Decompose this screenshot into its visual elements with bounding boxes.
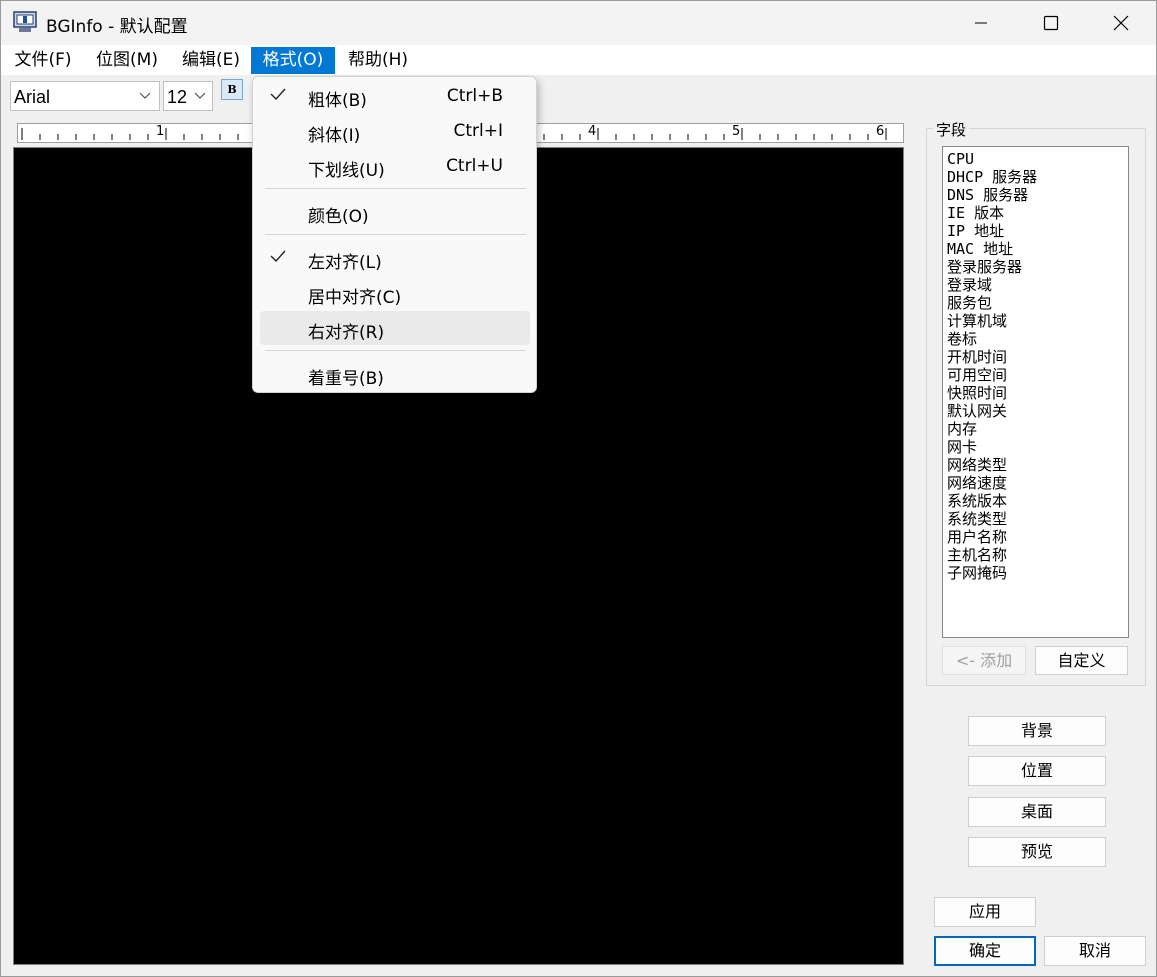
ruler-mark: 4 [588,124,597,139]
field-list-item[interactable]: 快照时间 [943,384,1128,402]
field-list-item[interactable]: 内存 [943,420,1128,438]
preview-button[interactable]: 预览 [968,837,1106,867]
field-list-item[interactable]: 子网掩码 [943,564,1128,582]
maximize-button[interactable] [1016,1,1086,45]
menu-item-label: 斜体(I) [308,126,361,146]
fields-group-label: 字段 [933,119,970,140]
chevron-down-icon [139,92,151,99]
ruler-mark: 5 [732,124,741,139]
checkmark-icon [270,88,286,101]
ruler-mark: 6 [876,124,885,139]
field-list-item[interactable]: 系统类型 [943,510,1128,528]
maximize-icon [1043,15,1059,31]
menu-item-label: 着重号(B) [308,369,384,389]
field-list-item[interactable]: 网络速度 [943,474,1128,492]
menu-item-align-right[interactable]: 右对齐(R) [260,311,530,345]
field-list-item[interactable]: 计算机域 [943,312,1128,330]
field-list-item[interactable]: DHCP 服务器 [943,168,1128,186]
menu-item-italic[interactable]: 斜体(I) Ctrl+I [260,114,530,148]
menu-item-shortcut: Ctrl+U [446,156,503,176]
menu-item-shortcut: Ctrl+I [453,121,503,141]
bginfo-app-icon [13,11,37,32]
field-list-item[interactable]: IE 版本 [943,204,1128,222]
menu-item-label: 右对齐(R) [308,323,385,343]
field-list-item[interactable]: 系统版本 [943,492,1128,510]
minimize-button[interactable] [946,1,1016,45]
menu-item-underline[interactable]: 下划线(U) Ctrl+U [260,149,530,183]
field-list-item[interactable]: MAC 地址 [943,240,1128,258]
close-button[interactable] [1086,1,1156,45]
field-list-item[interactable]: 网卡 [943,438,1128,456]
custom-field-button[interactable]: 自定义 [1035,646,1128,675]
menu-item-label: 左对齐(L) [308,253,382,273]
menu-separator [265,188,526,189]
field-list-item[interactable]: 可用空间 [943,366,1128,384]
menu-bitmap[interactable]: 位图(M) [87,47,167,74]
chevron-down-icon [194,92,206,99]
title-bar: BGInfo - 默认配置 [1,1,1156,45]
menu-item-label: 颜色(O) [308,207,369,227]
bold-button[interactable]: B [221,79,243,100]
window-title: BGInfo - 默认配置 [46,17,188,37]
menu-bar: 文件(F) 位图(M) 编辑(E) 格式(O) 帮助(H) [1,45,1156,75]
background-button[interactable]: 背景 [968,716,1106,746]
field-list-item[interactable]: CPU [943,150,1128,168]
close-icon [1113,15,1129,31]
menu-item-label: 居中对齐(C) [308,288,402,308]
field-list-item[interactable]: 主机名称 [943,546,1128,564]
ok-button[interactable]: 确定 [934,936,1036,966]
menu-item-align-left[interactable]: 左对齐(L) [260,241,530,275]
menu-file[interactable]: 文件(F) [7,47,79,74]
fields-listbox[interactable]: CPU DHCP 服务器 DNS 服务器 IE 版本 IP 地址 MAC 地址 登录服务器登… [942,146,1129,638]
menu-item-shortcut: Ctrl+B [446,86,503,106]
menu-item-bold[interactable]: 粗体(B) Ctrl+B [260,79,530,113]
menu-edit[interactable]: 编辑(E) [175,47,247,74]
field-list-item[interactable]: IP 地址 [943,222,1128,240]
font-name-combo[interactable]: Arial [10,81,160,111]
menu-separator [265,234,526,235]
field-list-item[interactable]: 用户名称 [943,528,1128,546]
menu-item-color[interactable]: 颜色(O) [260,195,530,229]
position-button[interactable]: 位置 [968,756,1106,786]
menu-item-emphasis[interactable]: 着重号(B) [260,357,530,391]
menu-item-align-center[interactable]: 居中对齐(C) [260,276,530,310]
field-list-item[interactable]: 网络类型 [943,456,1128,474]
field-list-item[interactable]: 登录服务器 [943,258,1128,276]
menu-format[interactable]: 格式(O) [251,47,335,74]
field-list-item[interactable]: 登录域 [943,276,1128,294]
font-size-combo[interactable]: 12 [163,81,213,111]
field-list-item[interactable]: DNS 服务器 [943,186,1128,204]
field-list-item[interactable]: 服务包 [943,294,1128,312]
format-menu-dropdown: 粗体(B) Ctrl+B 斜体(I) Ctrl+I 下划线(U) Ctrl+U … [252,76,537,393]
menu-separator [265,350,526,351]
font-size-value: 12 [167,87,188,107]
bginfo-window: BGInfo - 默认配置 文件(F) 位图(M) 编辑(E) 格式(O) 帮助… [0,0,1157,977]
field-list-item[interactable]: 默认网关 [943,402,1128,420]
menu-item-label: 下划线(U) [308,161,385,181]
add-field-button[interactable]: <- 添加 [942,646,1026,675]
cancel-button[interactable]: 取消 [1044,936,1146,966]
desktop-button[interactable]: 桌面 [968,797,1106,827]
field-list-item[interactable]: 开机时间 [943,348,1128,366]
menu-help[interactable]: 帮助(H) [341,47,415,74]
field-list-item[interactable]: 卷标 [943,330,1128,348]
minimize-icon [975,22,987,24]
checkmark-icon [270,250,286,263]
ruler-mark: 1 [156,124,165,139]
menu-item-label: 粗体(B) [308,91,367,111]
apply-button[interactable]: 应用 [934,897,1036,927]
font-name-value: Arial [14,87,51,107]
